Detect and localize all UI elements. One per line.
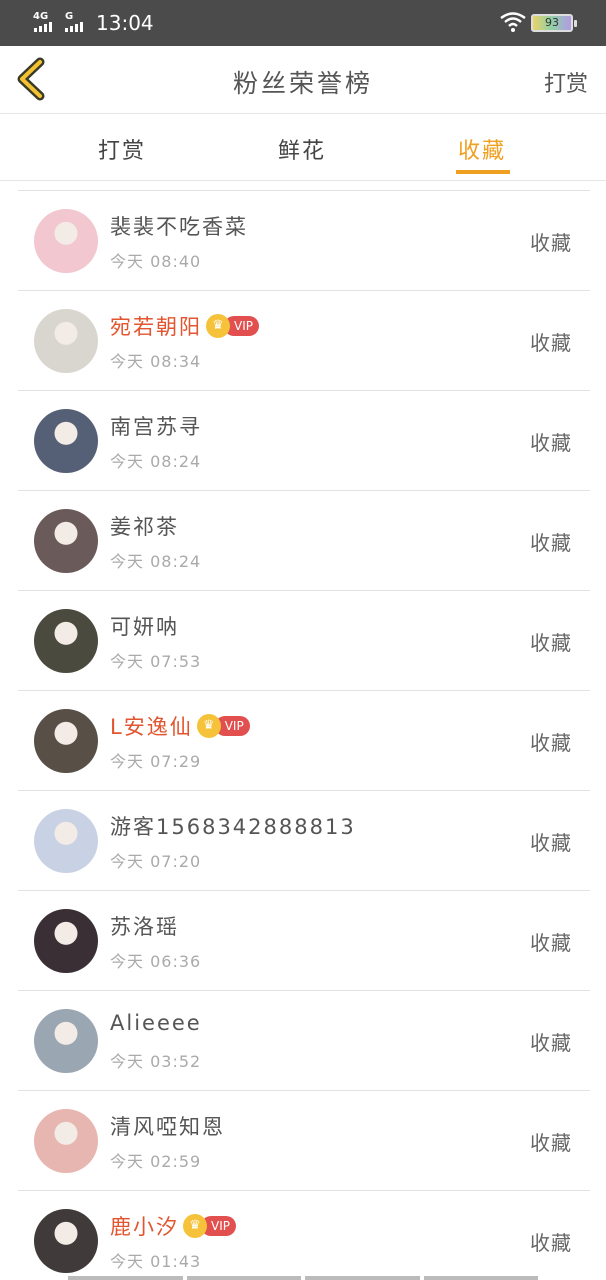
list-item[interactable]: 可妍呐今天 07:53 收藏	[18, 590, 590, 690]
list-item[interactable]: L安逸仙 ♛ VIP 今天 07:29 收藏	[18, 690, 590, 790]
timestamp: 今天 06:36	[110, 952, 202, 971]
favorite-action-label: 收藏	[530, 631, 572, 655]
user-name[interactable]: L安逸仙	[110, 711, 193, 741]
network-type-label-1: 4G	[33, 11, 49, 22]
timestamp: 今天 07:53	[110, 652, 202, 671]
avatar[interactable]	[34, 909, 98, 973]
status-time: 13:04	[96, 11, 154, 35]
avatar[interactable]	[34, 609, 98, 673]
list-item[interactable]: Alieeee 今天 03:52 收藏	[18, 990, 590, 1090]
favorite-action-label: 收藏	[530, 431, 572, 455]
avatar[interactable]	[34, 1009, 98, 1073]
timestamp: 今天 08:34	[110, 352, 202, 371]
page-title: 粉丝荣誉榜	[232, 69, 373, 98]
name-line: Alieeee	[110, 1011, 202, 1035]
favorite-action-label: 收藏	[530, 931, 572, 955]
tab-flowers[interactable]: 鲜花	[278, 133, 326, 165]
user-name[interactable]: 游客1568342888813	[110, 811, 356, 841]
name-line: 裴裴不吃香菜	[110, 211, 248, 241]
favorite-action-label: 收藏	[530, 1031, 572, 1055]
avatar[interactable]	[34, 409, 98, 473]
list-item[interactable]: 宛若朝阳 ♛ VIP 今天 08:34 收藏	[18, 290, 590, 390]
timestamp: 今天 08:24	[110, 452, 202, 471]
favorite-action-label: 收藏	[530, 231, 572, 255]
avatar[interactable]	[34, 1209, 98, 1273]
timestamp: 今天 01:43	[110, 1252, 202, 1271]
list-item[interactable]: 南宫苏寻今天 08:24 收藏	[18, 390, 590, 490]
vip-badge: ♛ VIP	[196, 714, 250, 738]
list-item[interactable]: 裴裴不吃香菜今天 08:40 收藏	[18, 190, 590, 290]
network-type-label-2: G	[65, 11, 74, 22]
user-name[interactable]: Alieeee	[110, 1011, 202, 1035]
signal-strength-icon	[34, 22, 52, 32]
list-item[interactable]: 清风啞知恩今天 02:59 收藏	[18, 1090, 590, 1190]
avatar[interactable]	[34, 1109, 98, 1173]
status-bar: 4G G 13:04 93	[0, 0, 606, 46]
battery-icon: 93	[531, 14, 577, 32]
bottom-scroll-indicator	[68, 1276, 538, 1280]
timestamp: 今天 07:29	[110, 752, 202, 771]
signal-strength-icon-2	[65, 22, 83, 32]
name-line: 游客1568342888813	[110, 811, 356, 841]
list-item[interactable]: 姜祁茶今天 08:24 收藏	[18, 490, 590, 590]
name-line: 南宫苏寻	[110, 411, 202, 441]
user-name[interactable]: 鹿小汐	[110, 1211, 179, 1241]
vip-badge: ♛ VIP	[206, 314, 259, 338]
timestamp: 今天 07:20	[110, 852, 202, 871]
active-tab-indicator	[456, 170, 510, 174]
user-name[interactable]: 清风啞知恩	[110, 1111, 225, 1141]
favorite-action-label: 收藏	[530, 731, 572, 755]
favorite-action-label: 收藏	[530, 331, 572, 355]
battery-level: 93	[545, 16, 559, 29]
avatar[interactable]	[34, 309, 98, 373]
list-item[interactable]: 苏洛瑶今天 06:36 收藏	[18, 890, 590, 990]
list-item[interactable]: 鹿小汐 ♛ VIP 今天 01:43 收藏	[18, 1190, 590, 1280]
vip-badge: ♛ VIP	[183, 1214, 236, 1238]
crown-icon: ♛	[206, 314, 230, 338]
timestamp: 今天 08:40	[110, 252, 202, 271]
user-name[interactable]: 裴裴不吃香菜	[110, 211, 248, 241]
timestamp: 今天 02:59	[110, 1152, 202, 1171]
user-name[interactable]: 姜祁茶	[110, 511, 179, 541]
tab-bar: 打赏 鲜花 收藏	[0, 115, 606, 181]
favorite-action-label: 收藏	[530, 531, 572, 555]
timestamp: 今天 03:52	[110, 1052, 202, 1071]
name-line: 鹿小汐 ♛ VIP	[110, 1211, 236, 1241]
wifi-icon	[500, 12, 526, 32]
avatar[interactable]	[34, 809, 98, 873]
avatar[interactable]	[34, 709, 98, 773]
name-line: 姜祁茶	[110, 511, 179, 541]
name-line: 清风啞知恩	[110, 1111, 225, 1141]
navigation-bar: 粉丝荣誉榜 打赏	[0, 46, 606, 114]
name-line: L安逸仙 ♛ VIP	[110, 711, 250, 741]
name-line: 宛若朝阳 ♛ VIP	[110, 311, 259, 341]
favorite-action-label: 收藏	[530, 1231, 572, 1255]
crown-icon: ♛	[183, 1214, 207, 1238]
timestamp: 今天 08:24	[110, 552, 202, 571]
reward-button[interactable]: 打赏	[544, 66, 588, 98]
crown-icon: ♛	[196, 714, 221, 738]
list-item[interactable]: 游客1568342888813 今天 07:20 收藏	[18, 790, 590, 890]
user-name[interactable]: 可妍呐	[110, 611, 179, 641]
favorite-action-label: 收藏	[530, 831, 572, 855]
tab-reward[interactable]: 打赏	[98, 133, 146, 165]
name-line: 可妍呐	[110, 611, 179, 641]
user-name[interactable]: 苏洛瑶	[110, 911, 179, 941]
user-name[interactable]: 南宫苏寻	[110, 411, 202, 441]
avatar[interactable]	[34, 509, 98, 573]
favorite-action-label: 收藏	[530, 1131, 572, 1155]
name-line: 苏洛瑶	[110, 911, 179, 941]
tab-favorites[interactable]: 收藏	[458, 133, 506, 165]
avatar[interactable]	[34, 209, 98, 273]
user-name[interactable]: 宛若朝阳	[110, 311, 202, 341]
